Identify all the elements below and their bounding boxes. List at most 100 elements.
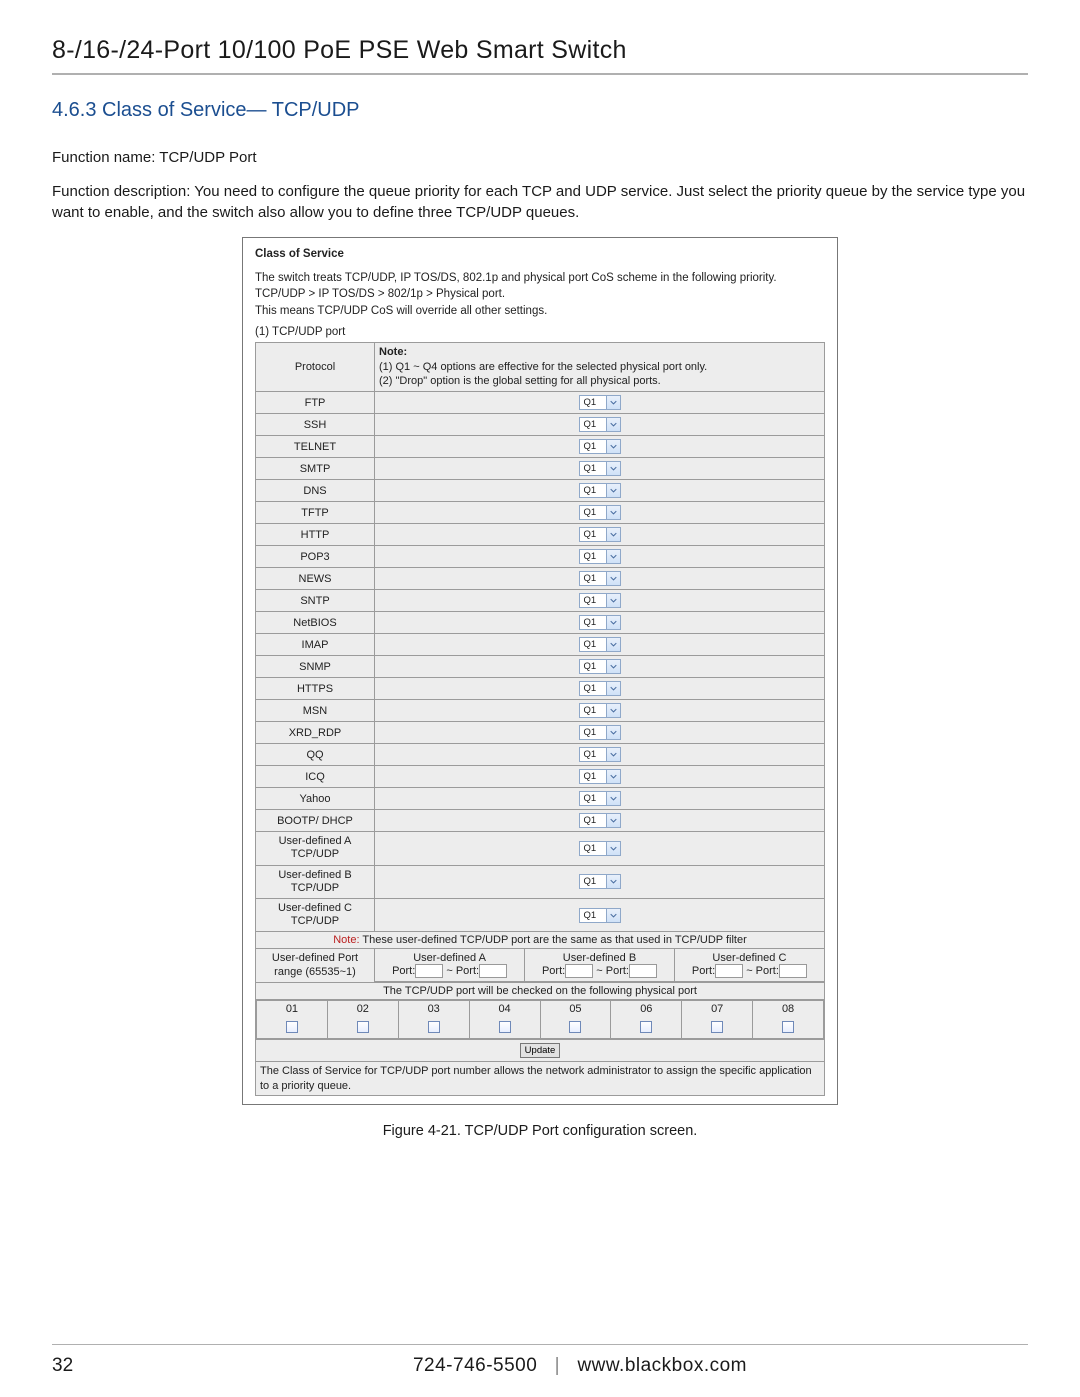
ud-c-port-from[interactable]	[715, 964, 743, 978]
priority-select[interactable]: Q1	[579, 417, 621, 432]
priority-select[interactable]: Q1	[579, 571, 621, 586]
priority-select[interactable]: Q1	[579, 505, 621, 520]
priority-select[interactable]: Q1	[579, 813, 621, 828]
chevron-down-icon[interactable]	[607, 395, 621, 410]
priority-select[interactable]: Q1	[579, 439, 621, 454]
chevron-down-icon[interactable]	[607, 725, 621, 740]
priority-select[interactable]: Q1	[579, 461, 621, 476]
protocol-name: SNMP	[256, 656, 375, 678]
priority-select[interactable]: Q1	[579, 725, 621, 740]
chevron-down-icon[interactable]	[607, 747, 621, 762]
protocol-name: TFTP	[256, 502, 375, 524]
update-button[interactable]: Update	[520, 1043, 561, 1058]
chevron-down-icon[interactable]	[607, 461, 621, 476]
chevron-down-icon[interactable]	[607, 841, 621, 856]
select-value: Q1	[579, 615, 607, 630]
protocol-name: SMTP	[256, 458, 375, 480]
port-checkbox[interactable]	[286, 1021, 298, 1033]
port-checkbox[interactable]	[782, 1021, 794, 1033]
note-line-1: (1) Q1 ~ Q4 options are effective for th…	[379, 361, 707, 373]
priority-select[interactable]: Q1	[579, 841, 621, 856]
port-to-label: ~ Port:	[746, 965, 779, 977]
ud-a-port-from[interactable]	[415, 964, 443, 978]
chevron-down-icon[interactable]	[607, 571, 621, 586]
priority-cell: Q1	[375, 832, 825, 865]
select-value: Q1	[579, 571, 607, 586]
protocol-row: YahooQ1	[256, 788, 825, 810]
priority-cell: Q1	[375, 634, 825, 656]
port-checkbox[interactable]	[569, 1021, 581, 1033]
port-checkbox[interactable]	[428, 1021, 440, 1033]
ud-c-port-to[interactable]	[779, 964, 807, 978]
chevron-down-icon[interactable]	[607, 769, 621, 784]
priority-select[interactable]: Q1	[579, 593, 621, 608]
col-header-note: Note: (1) Q1 ~ Q4 options are effective …	[375, 342, 825, 392]
protocol-row: User-defined BTCP/UDPQ1	[256, 865, 825, 898]
protocol-name: HTTP	[256, 524, 375, 546]
chevron-down-icon[interactable]	[607, 593, 621, 608]
ud-b-port-to[interactable]	[629, 964, 657, 978]
chevron-down-icon[interactable]	[607, 703, 621, 718]
chevron-down-icon[interactable]	[607, 439, 621, 454]
priority-select[interactable]: Q1	[579, 747, 621, 762]
select-value: Q1	[579, 681, 607, 696]
chevron-down-icon[interactable]	[607, 505, 621, 520]
port-checkbox[interactable]	[640, 1021, 652, 1033]
protocol-name: User-defined ATCP/UDP	[256, 832, 375, 865]
priority-cell: Q1	[375, 392, 825, 414]
select-value: Q1	[579, 461, 607, 476]
protocol-row: NEWSQ1	[256, 568, 825, 590]
chevron-down-icon[interactable]	[607, 681, 621, 696]
port-checkbox-cell	[753, 1017, 824, 1039]
ud-b-port-from[interactable]	[565, 964, 593, 978]
chevron-down-icon[interactable]	[607, 791, 621, 806]
port-checkbox[interactable]	[357, 1021, 369, 1033]
priority-select[interactable]: Q1	[579, 615, 621, 630]
protocol-row: User-defined ATCP/UDP Q1	[256, 832, 825, 865]
port-checkbox[interactable]	[499, 1021, 511, 1033]
footer-rule	[52, 1344, 1028, 1345]
protocol-row: NetBIOS Q1	[256, 612, 825, 634]
port-checkbox[interactable]	[711, 1021, 723, 1033]
physical-port-table: 0102030405060708	[256, 1000, 824, 1039]
ud-col-c: User-defined C Port: ~ Port:	[674, 949, 824, 982]
chevron-down-icon[interactable]	[607, 659, 621, 674]
priority-select[interactable]: Q1	[579, 681, 621, 696]
ud-a-port-to[interactable]	[479, 964, 507, 978]
priority-select[interactable]: Q1	[579, 703, 621, 718]
port-to-label: ~ Port:	[446, 965, 479, 977]
priority-select[interactable]: Q1	[579, 483, 621, 498]
priority-select[interactable]: Q1	[579, 659, 621, 674]
subsection-label: (1) TCP/UDP port	[255, 326, 825, 338]
ud-note-prefix: Note:	[333, 934, 362, 946]
panel-intro: The switch treats TCP/UDP, IP TOS/DS, 80…	[255, 270, 825, 320]
chevron-down-icon[interactable]	[607, 549, 621, 564]
chevron-down-icon[interactable]	[607, 615, 621, 630]
protocol-row: SNTPQ1	[256, 590, 825, 612]
priority-select[interactable]: Q1	[579, 637, 621, 652]
chevron-down-icon[interactable]	[607, 813, 621, 828]
priority-select[interactable]: Q1	[579, 395, 621, 410]
priority-cell: Q1	[375, 502, 825, 524]
chevron-down-icon[interactable]	[607, 417, 621, 432]
chevron-down-icon[interactable]	[607, 908, 621, 923]
chevron-down-icon[interactable]	[607, 874, 621, 889]
protocol-row: HTTPSQ1	[256, 678, 825, 700]
priority-select[interactable]: Q1	[579, 769, 621, 784]
priority-cell: Q1	[375, 678, 825, 700]
port-number: 01	[257, 1001, 328, 1018]
chevron-down-icon[interactable]	[607, 637, 621, 652]
priority-select[interactable]: Q1	[579, 908, 621, 923]
priority-select[interactable]: Q1	[579, 791, 621, 806]
priority-select[interactable]: Q1	[579, 527, 621, 542]
chevron-down-icon[interactable]	[607, 527, 621, 542]
function-description: Function description: You need to config…	[52, 182, 1028, 223]
priority-cell: Q1	[375, 744, 825, 766]
priority-select[interactable]: Q1	[579, 874, 621, 889]
priority-cell: Q1	[375, 436, 825, 458]
chevron-down-icon[interactable]	[607, 483, 621, 498]
protocol-row: IMAPQ1	[256, 634, 825, 656]
protocol-name: NetBIOS	[256, 612, 375, 634]
priority-select[interactable]: Q1	[579, 549, 621, 564]
priority-cell: Q1	[375, 458, 825, 480]
